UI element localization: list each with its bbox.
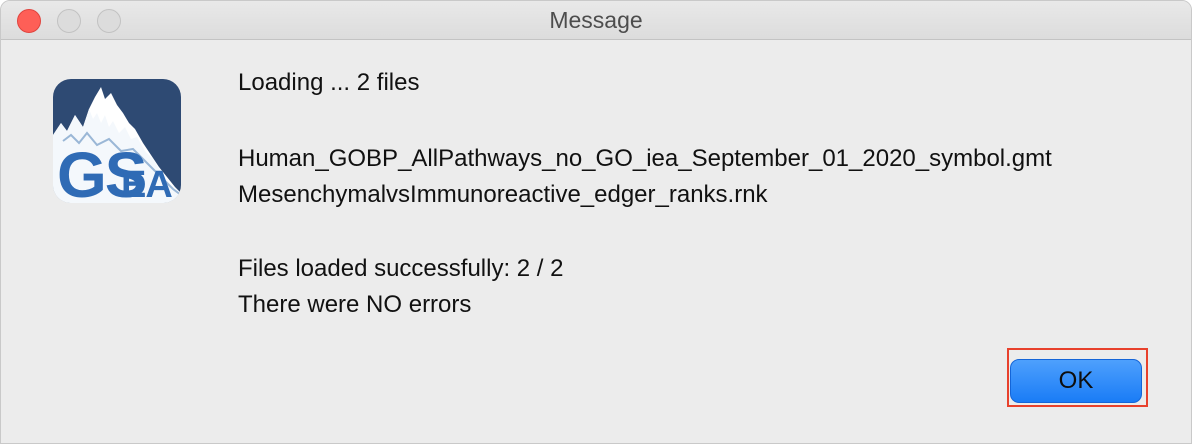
svg-text:EA: EA — [121, 164, 172, 203]
files-loaded-summary: Files loaded successfully: 2 / 2 — [238, 255, 564, 282]
errors-summary: There were NO errors — [238, 291, 472, 318]
title-bar[interactable]: Message — [1, 1, 1191, 40]
message-dialog: Message GS EA Loading ... 2 files Human_… — [0, 0, 1192, 444]
window-title: Message — [549, 7, 643, 33]
gsea-logo-icon: GS EA — [53, 79, 181, 203]
file-name-rnk: MesenchymalvsImmunoreactive_edger_ranks.… — [238, 181, 768, 208]
ok-button[interactable]: OK — [1010, 359, 1142, 403]
file-name-gmt: Human_GOBP_AllPathways_no_GO_iea_Septemb… — [238, 145, 1052, 172]
loading-status-text: Loading ... 2 files — [238, 69, 420, 96]
